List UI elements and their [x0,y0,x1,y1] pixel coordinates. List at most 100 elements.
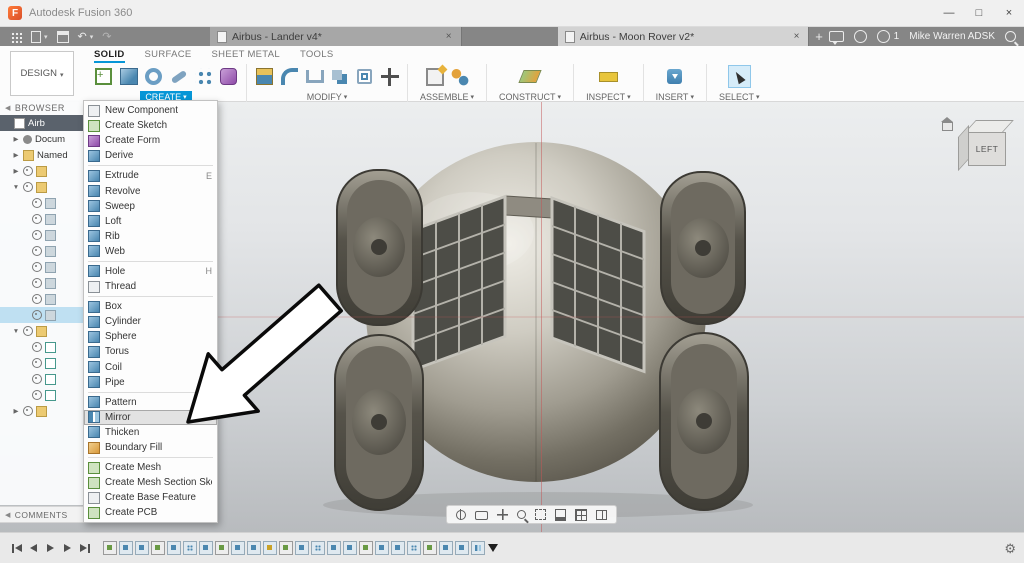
visibility-eye-icon[interactable] [32,262,42,272]
menu-item-rib[interactable]: Rib [84,229,217,244]
menu-item-sphere[interactable]: Sphere [84,329,217,344]
viewcube[interactable]: LEFT [942,112,1014,174]
create-sketch-icon[interactable]: + [93,66,114,87]
menu-item-thread[interactable]: Thread [84,279,217,294]
notification-icon[interactable] [877,30,890,43]
menu-item-sweep[interactable]: Sweep [84,199,217,214]
construct-group-button[interactable]: CONSTRUCT ▾ [494,91,566,103]
minimize-button[interactable]: — [934,0,964,26]
timeline-feature-sketch-icon[interactable] [215,541,229,555]
home-icon[interactable] [942,122,953,131]
combine-icon[interactable] [329,66,350,87]
timeline-feature-sketch-icon[interactable] [423,541,437,555]
menu-item-new-component[interactable]: New Component [84,103,217,118]
file-menu-icon[interactable] [31,31,41,43]
expander-icon[interactable]: ▶ [12,135,20,143]
tab-solid[interactable]: SOLID [94,49,125,63]
timeline-feature-extrude-icon[interactable] [455,541,469,555]
menu-item-create-sketch[interactable]: Create Sketch [84,118,217,133]
timeline-skip-start-button[interactable] [8,540,25,557]
menu-item-pipe[interactable]: Pipe [84,375,217,390]
tab-surface[interactable]: SURFACE [145,49,192,63]
timeline-feature-extrude-icon[interactable] [231,541,245,555]
timeline-settings-gear-icon[interactable]: ⚙ [1004,542,1016,555]
select-group-button[interactable]: SELECT ▾ [714,91,765,103]
workspace-selector[interactable]: DESIGN ▾ [10,51,74,96]
timeline-feature-sketch-icon[interactable] [279,541,293,555]
timeline-feature-mirror-icon[interactable] [471,541,485,555]
press-pull-icon[interactable] [254,66,275,87]
extrude-icon[interactable] [118,66,139,87]
timeline-step-back-button[interactable] [25,540,42,557]
app-grid-icon[interactable] [10,31,22,43]
viewcube-front-face[interactable]: LEFT [968,132,1006,166]
new-tab-button[interactable]: + [809,27,828,46]
expander-icon[interactable]: ▼ [12,184,20,191]
timeline-play-button[interactable] [42,540,59,557]
timeline-feature-sketch-icon[interactable] [103,541,117,555]
tab-close-icon[interactable]: × [444,31,454,42]
menu-item-pattern[interactable]: Pattern▸ [84,395,217,410]
timeline-feature-move-icon[interactable] [263,541,277,555]
timeline-position-marker[interactable] [488,544,498,552]
zoom-window-icon[interactable] [535,509,546,520]
menu-item-create-pcb[interactable]: Create PCB [84,505,217,520]
undo-icon[interactable]: ↶ [78,31,87,43]
collapse-panel-icon[interactable]: ◀ [5,104,11,112]
measure-icon[interactable] [598,66,619,87]
timeline-feature-extrude-icon[interactable] [247,541,261,555]
menu-item-revolve[interactable]: Revolve [84,183,217,198]
visibility-eye-icon[interactable] [23,406,33,416]
menu-item-create-mesh[interactable]: Create Mesh [84,460,217,475]
tab-close-icon[interactable]: × [792,31,802,42]
visibility-eye-icon[interactable] [32,342,42,352]
visibility-eye-icon[interactable] [23,182,33,192]
orbit-icon[interactable] [456,510,466,520]
insert-group-button[interactable]: INSERT ▾ [651,91,699,103]
visibility-eye-icon[interactable] [32,278,42,288]
inspect-group-button[interactable]: INSPECT ▾ [581,91,636,103]
timeline-feature-extrude-icon[interactable] [199,541,213,555]
visibility-eye-icon[interactable] [32,230,42,240]
look-icon[interactable] [475,511,488,520]
timeline-feature-extrude-icon[interactable] [343,541,357,555]
shell-icon[interactable] [304,66,325,87]
visibility-eye-icon[interactable] [32,358,42,368]
expander-icon[interactable]: ▶ [12,167,20,175]
menu-item-box[interactable]: Box [84,299,217,314]
timeline-feature-extrude-icon[interactable] [439,541,453,555]
tab-airbus-lander[interactable]: Airbus - Lander v4* × [210,27,462,46]
viewports-icon[interactable] [596,510,607,520]
tab-tools[interactable]: TOOLS [300,49,334,63]
visibility-eye-icon[interactable] [32,374,42,384]
timeline-feature-pattern-icon[interactable] [407,541,421,555]
offset-face-icon[interactable] [354,66,375,87]
timeline-feature-extrude-icon[interactable] [391,541,405,555]
select-cursor-icon[interactable] [728,65,751,88]
menu-item-loft[interactable]: Loft [84,214,217,229]
menu-item-cylinder[interactable]: Cylinder [84,314,217,329]
menu-item-extrude[interactable]: ExtrudeE [84,168,217,183]
menu-item-create-form[interactable]: Create Form [84,133,217,148]
timeline-feature-pattern-icon[interactable] [311,541,325,555]
menu-item-web[interactable]: Web [84,244,217,259]
menu-item-torus[interactable]: Torus [84,344,217,359]
grid-settings-icon[interactable] [575,509,587,521]
construction-plane-icon[interactable] [520,66,541,87]
search-icon[interactable] [1005,31,1016,42]
timeline-step-forward-button[interactable] [59,540,76,557]
menu-item-derive[interactable]: Derive [84,148,217,163]
expander-icon[interactable]: ▶ [12,407,20,415]
insert-icon[interactable] [664,66,685,87]
assemble-group-button[interactable]: ASSEMBLE ▾ [415,91,479,103]
user-account-label[interactable]: Mike Warren ADSK [909,31,995,42]
timeline-feature-pattern-icon[interactable] [183,541,197,555]
timeline-feature-sketch-icon[interactable] [151,541,165,555]
timeline-feature-extrude-icon[interactable] [295,541,309,555]
maximize-button[interactable]: □ [964,0,994,26]
menu-item-thicken[interactable]: Thicken [84,425,217,440]
visibility-eye-icon[interactable] [32,246,42,256]
visibility-eye-icon[interactable] [32,214,42,224]
timeline-feature-extrude-icon[interactable] [119,541,133,555]
menu-item-mirror[interactable]: Mirror [84,410,217,425]
